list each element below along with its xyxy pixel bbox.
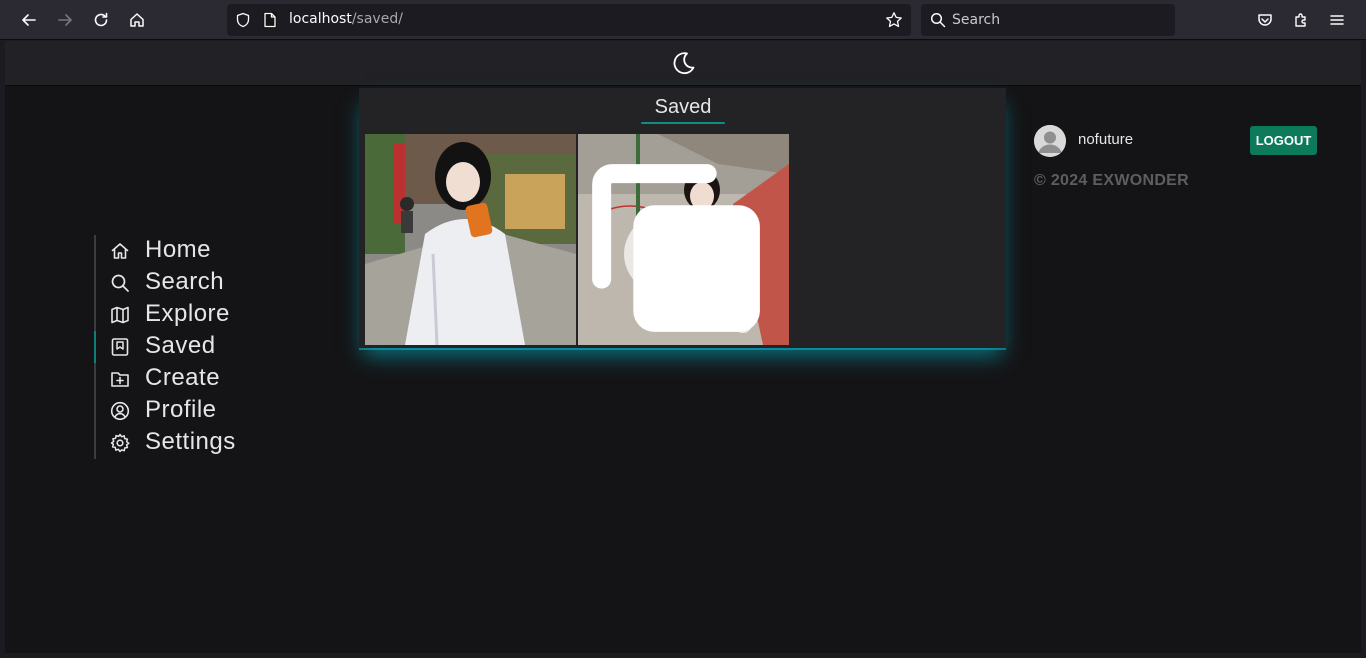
page: Home Search Explore Saved Create Profile… (5, 41, 1361, 653)
saved-post-thumbnail[interactable] (578, 134, 789, 345)
search-placeholder: Search (952, 12, 1001, 28)
map-icon (111, 306, 129, 324)
default-avatar-icon (1034, 125, 1066, 157)
nav-label-settings: Settings (145, 428, 236, 455)
nav-label-home: Home (145, 236, 212, 263)
saved-posts-panel: Saved (359, 88, 1006, 348)
side-navigation: Home Search Explore Saved Create Profile… (94, 235, 294, 459)
top-bar (5, 41, 1361, 86)
copyright-text: © 2024 EXWONDER (1034, 172, 1189, 189)
post-photo (365, 134, 576, 345)
url-path: /saved/ (351, 11, 403, 27)
extensions-button[interactable] (1287, 6, 1315, 34)
browser-toolbar: localhost/saved/ Search (0, 0, 1366, 40)
page-title: Saved (654, 96, 712, 118)
nav-item-explore[interactable]: Explore (96, 299, 296, 331)
pocket-icon (1258, 14, 1272, 26)
url-text[interactable]: localhost/saved/ (289, 11, 403, 27)
nav-label-explore: Explore (145, 300, 230, 327)
search-icon (930, 12, 946, 28)
star-icon[interactable] (885, 11, 903, 29)
browser-search-input[interactable]: Search (921, 4, 1175, 36)
url-bar[interactable]: localhost/saved/ (227, 4, 911, 36)
menu-button[interactable] (1323, 6, 1351, 34)
nav-item-profile[interactable]: Profile (96, 395, 296, 427)
avatar[interactable] (1034, 125, 1066, 157)
arrow-left-icon (22, 14, 36, 26)
nav-label-saved: Saved (145, 332, 216, 359)
folder-plus-icon (111, 372, 129, 387)
pocket-button[interactable] (1251, 6, 1279, 34)
title-underline (641, 122, 725, 124)
username[interactable]: nofuture (1078, 131, 1133, 148)
saved-post-thumbnail[interactable] (365, 134, 576, 345)
url-host: localhost (289, 11, 352, 27)
multiple-images-icon (592, 164, 760, 332)
hamburger-icon (1330, 15, 1344, 25)
puzzle-icon (1295, 13, 1306, 27)
forward-button[interactable] (51, 6, 79, 34)
nav-label-create: Create (145, 364, 221, 391)
search-icon (111, 274, 129, 292)
nav-item-search[interactable]: Search (96, 267, 296, 299)
reload-button[interactable] (87, 6, 115, 34)
user-circle-icon (110, 401, 130, 421)
back-button[interactable] (15, 6, 43, 34)
home-button[interactable] (123, 6, 151, 34)
logout-button[interactable]: LOGOUT (1250, 126, 1317, 155)
reload-icon (94, 12, 108, 27)
nav-item-create[interactable]: Create (96, 363, 296, 395)
moon-icon[interactable] (669, 49, 697, 77)
page-icon[interactable] (263, 12, 277, 28)
nav-label-search: Search (145, 268, 225, 295)
home-icon (130, 13, 144, 27)
nav-item-home[interactable]: Home (96, 235, 296, 267)
nav-item-saved[interactable]: Saved (94, 331, 296, 363)
nav-label-profile: Profile (145, 396, 217, 423)
shield-icon[interactable] (235, 12, 251, 28)
bookmark-icon (111, 338, 129, 356)
nav-item-settings[interactable]: Settings (96, 427, 296, 459)
home-icon (111, 243, 129, 259)
arrow-right-icon (58, 14, 72, 26)
gear-icon (110, 433, 130, 453)
